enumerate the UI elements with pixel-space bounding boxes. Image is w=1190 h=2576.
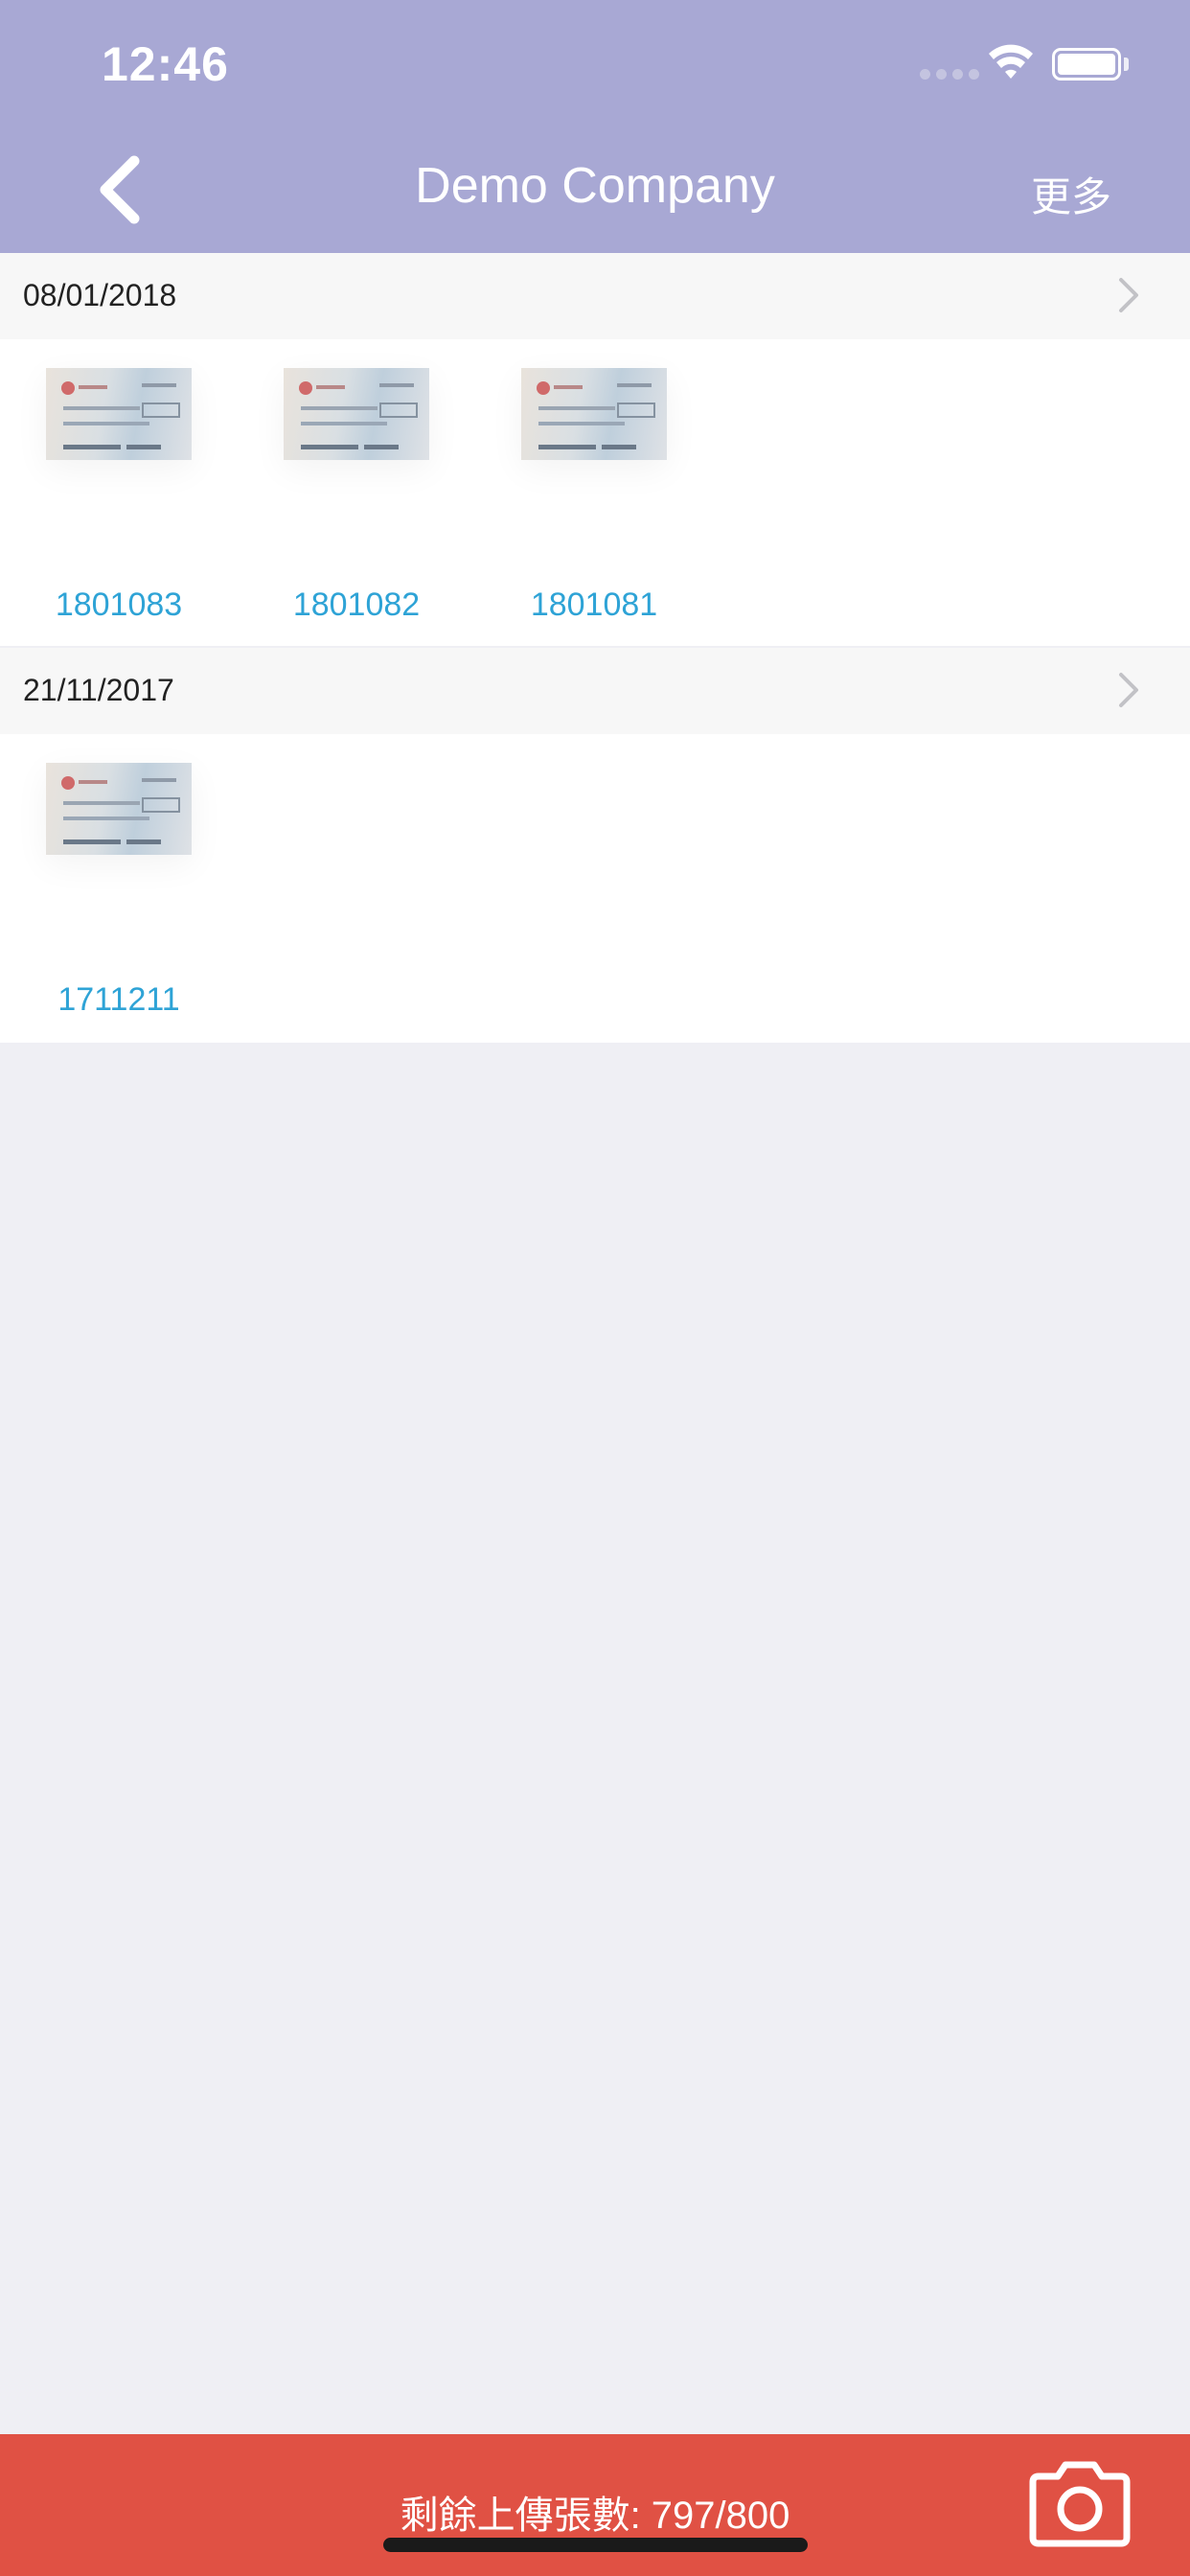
cheque-item[interactable]: 1801082 xyxy=(238,339,429,627)
cheque-thumbnail xyxy=(46,368,192,460)
cheque-thumbnail xyxy=(284,368,429,460)
section-header-21-11-2017[interactable]: 21/11/2017 xyxy=(0,648,1190,734)
cheque-label: 1801083 xyxy=(55,586,183,623)
cheque-label: 1711211 xyxy=(57,981,180,1018)
home-indicator xyxy=(383,2538,808,2552)
bottom-bar: 剩餘上傳張數: 797/800 xyxy=(0,2434,1190,2576)
cheque-item[interactable]: 1801083 xyxy=(0,339,192,627)
chevron-right-icon xyxy=(1119,673,1138,707)
cellular-signal-icon xyxy=(920,69,979,80)
cheque-label: 1801082 xyxy=(292,586,421,623)
section-grid: 1801083 1801082 1801081 xyxy=(0,339,1190,646)
more-button[interactable]: 更多 xyxy=(1031,165,1111,223)
cheque-thumbnail xyxy=(521,368,667,460)
app-header: 12:46 Demo Company 更多 xyxy=(0,0,1190,253)
cheque-item[interactable]: 1801081 xyxy=(475,339,667,627)
cheque-label: 1801081 xyxy=(530,586,658,623)
section-date: 08/01/2018 xyxy=(23,278,177,312)
wifi-icon xyxy=(989,44,1033,79)
cheque-thumbnail xyxy=(46,763,192,855)
camera-icon[interactable] xyxy=(1025,2459,1134,2549)
chevron-right-icon xyxy=(1119,278,1138,312)
upload-quota-text: 剩餘上傳張數: 797/800 xyxy=(400,2495,790,2537)
battery-cap xyxy=(1124,58,1129,71)
battery-icon xyxy=(1052,48,1121,80)
section-grid: 1711211 xyxy=(0,734,1190,1043)
section-date: 21/11/2017 xyxy=(23,673,174,707)
page-title: Demo Company xyxy=(415,158,775,214)
section-header-08-01-2018[interactable]: 08/01/2018 xyxy=(0,253,1190,339)
cheque-item[interactable]: 1711211 xyxy=(0,734,192,1022)
status-time: 12:46 xyxy=(102,37,229,91)
